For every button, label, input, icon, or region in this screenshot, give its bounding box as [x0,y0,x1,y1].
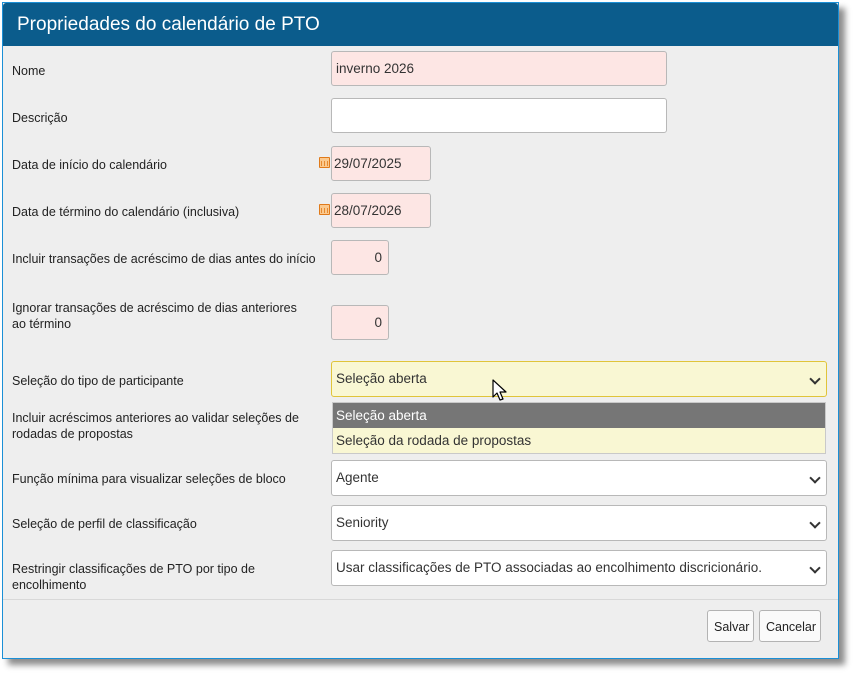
chevron-down-icon [809,517,821,529]
participant-type-label: Seleção do tipo de participante [12,374,184,388]
min-role-value: Agente [336,470,379,485]
description-label: Descrição [12,111,68,125]
dialog-titlebar: Propriedades do calendário de PTO [3,3,838,46]
pto-calendar-properties-dialog: Propriedades do calendário de PTO Nome i… [2,2,839,659]
ignore-accrual-days-label: Ignorar transações de acréscimo de dias … [12,301,297,331]
restrict-classifications-select[interactable]: Usar classificações de PTO associadas ao… [331,550,827,586]
dialog-title: Propriedades do calendário de PTO [17,14,320,35]
start-date-input[interactable]: 29/07/2025 [331,146,431,181]
footer-divider [3,599,838,600]
calendar-icon[interactable] [319,204,330,215]
dropdown-option-bid-round-selection[interactable]: Seleção da rodada de propostas [333,428,825,453]
description-input[interactable] [331,98,667,133]
ranking-profile-value: Seniority [336,515,389,530]
restrict-classifications-value: Usar classificações de PTO associadas ao… [336,560,762,575]
end-date-label: Data de término do calendário (inclusiva… [12,205,240,219]
name-input[interactable]: inverno 2026 [331,51,667,86]
restrict-classifications-label: Restringir classificações de PTO por tip… [12,562,255,592]
chevron-down-icon [809,373,821,385]
end-date-input[interactable]: 28/07/2026 [331,193,431,228]
participant-type-value: Seleção aberta [336,371,427,386]
ranking-profile-label: Seleção de perfil de classificação [12,517,197,531]
calendar-icon[interactable] [319,157,330,168]
include-prior-accruals-label: Incluir acréscimos anteriores ao validar… [12,411,299,441]
min-role-select[interactable]: Agente [331,460,827,496]
start-date-label: Data de início do calendário [12,158,167,172]
name-label: Nome [12,64,46,78]
ranking-profile-select[interactable]: Seniority [331,505,827,541]
cancel-button[interactable]: Cancelar [759,610,821,642]
dropdown-option-open-selection[interactable]: Seleção aberta [333,403,825,428]
min-role-label: Função mínima para visualizar seleções d… [12,472,286,486]
mouse-pointer-icon [492,379,507,401]
save-button[interactable]: Salvar [707,610,754,642]
include-accrual-days-label: Incluir transações de acréscimo de dias … [12,252,316,266]
ignore-accrual-days-input[interactable]: 0 [331,305,389,340]
chevron-down-icon [809,472,821,484]
include-accrual-days-input[interactable]: 0 [331,240,389,275]
participant-type-dropdown: Seleção aberta Seleção da rodada de prop… [332,402,826,454]
chevron-down-icon [809,562,821,574]
participant-type-select[interactable]: Seleção aberta [331,361,827,397]
